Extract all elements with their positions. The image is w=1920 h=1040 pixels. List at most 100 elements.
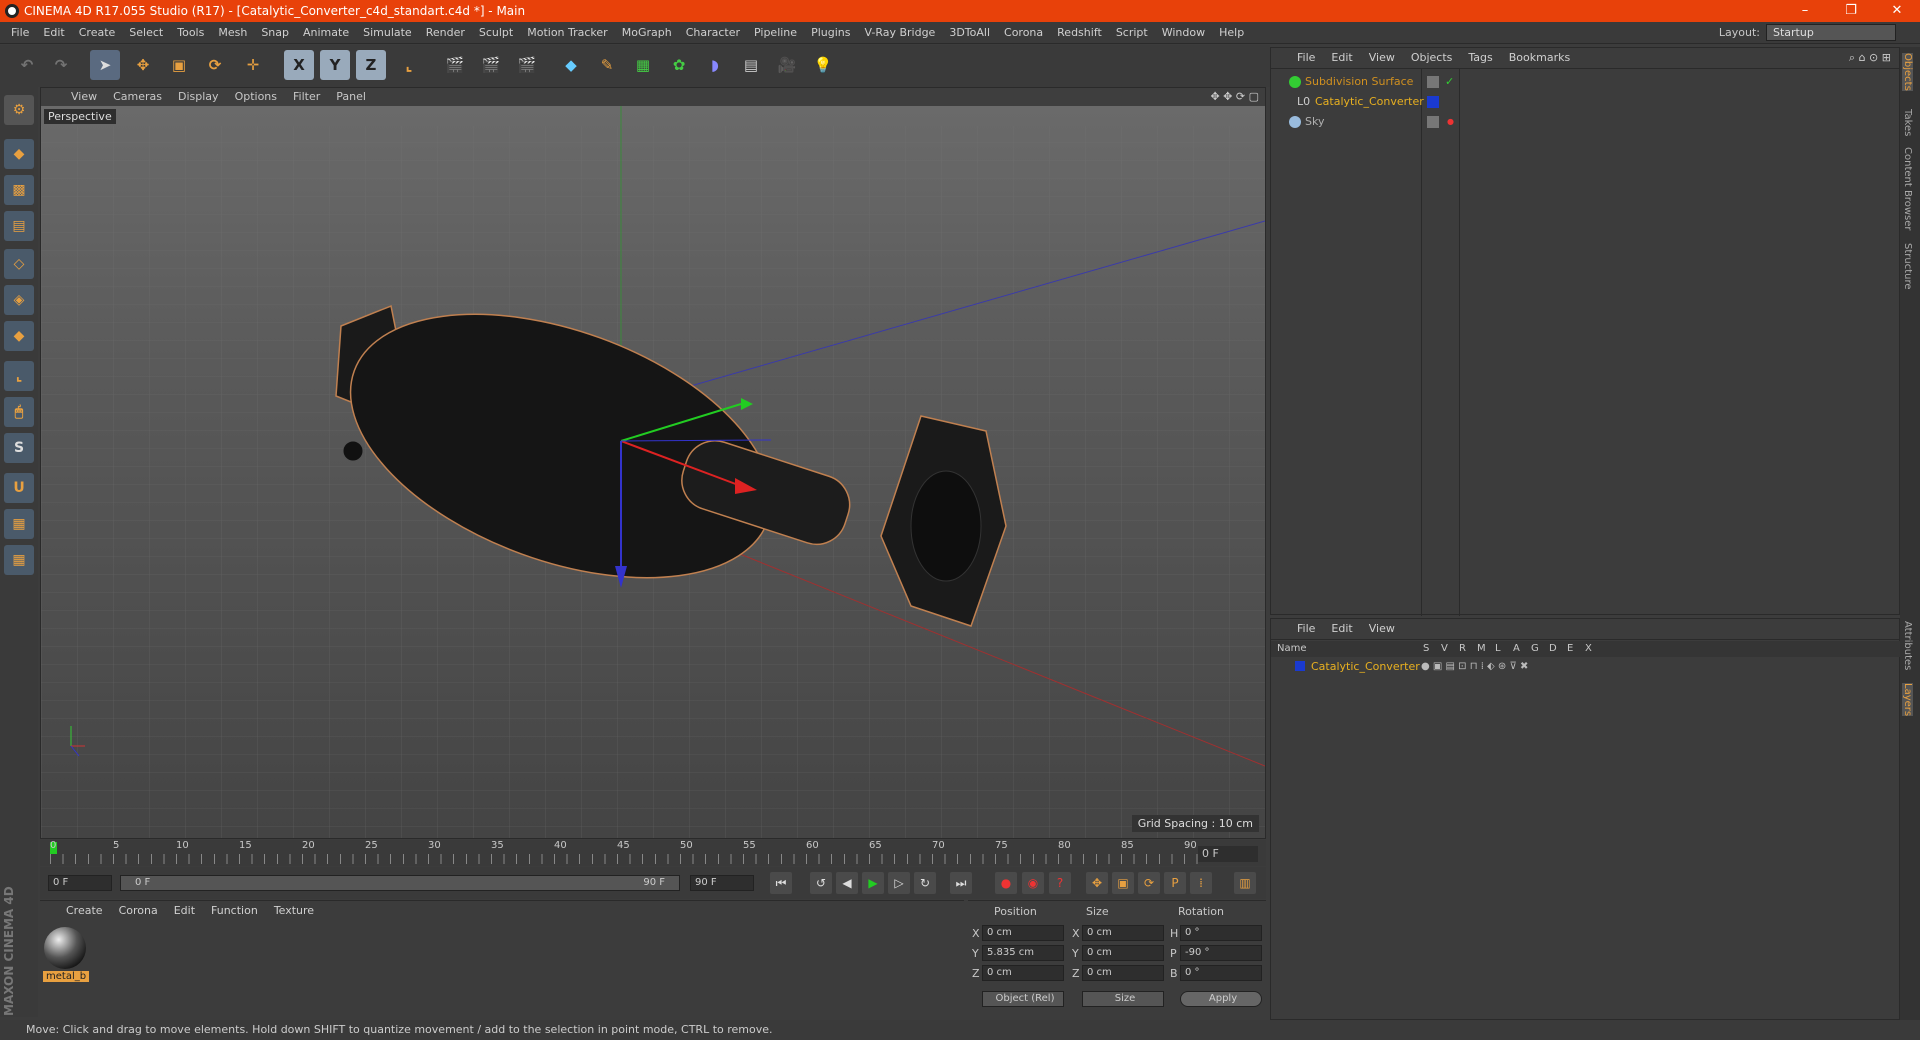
live-select-icon[interactable]: ✛ bbox=[238, 50, 268, 80]
mat-menu-edit[interactable]: Edit bbox=[166, 901, 203, 921]
snap-icon[interactable]: S bbox=[4, 433, 34, 463]
menu-corona[interactable]: Corona bbox=[997, 22, 1050, 44]
play-icon[interactable]: ▶ bbox=[862, 872, 884, 894]
scale-tool-icon[interactable]: ▣ bbox=[164, 50, 194, 80]
menu-mesh[interactable]: Mesh bbox=[211, 22, 254, 44]
enabled-check-icon[interactable]: ✓ bbox=[1445, 72, 1454, 92]
menu-motion-tracker[interactable]: Motion Tracker bbox=[520, 22, 614, 44]
spline-pen-icon[interactable]: ✎ bbox=[592, 50, 622, 80]
menu-vray-bridge[interactable]: V-Ray Bridge bbox=[857, 22, 942, 44]
menu-plugins[interactable]: Plugins bbox=[804, 22, 857, 44]
viewport-perspective[interactable]: View Cameras Display Options Filter Panel ✥ ✥… bbox=[40, 87, 1266, 839]
vp-menu-options[interactable]: Options bbox=[227, 88, 285, 106]
apply-button[interactable]: Apply bbox=[1180, 991, 1262, 1007]
texture-mode-icon[interactable]: ▩ bbox=[4, 175, 34, 205]
rotation-h-field[interactable]: 0 ° bbox=[1180, 925, 1262, 941]
axis-z-button[interactable]: Z bbox=[356, 50, 386, 80]
om-menu-bookmarks[interactable]: Bookmarks bbox=[1501, 48, 1578, 68]
axis-x-button[interactable]: X bbox=[284, 50, 314, 80]
size-x-field[interactable]: 0 cm bbox=[1082, 925, 1164, 941]
position-x-field[interactable]: 0 cm bbox=[982, 925, 1064, 941]
mograph-cloner-icon[interactable]: ✿ bbox=[664, 50, 694, 80]
vp-menu-panel[interactable]: Panel bbox=[328, 88, 374, 106]
mat-menu-function[interactable]: Function bbox=[203, 901, 266, 921]
menu-render[interactable]: Render bbox=[419, 22, 472, 44]
goto-end-icon[interactable]: ⏭ bbox=[950, 872, 972, 894]
layer-row[interactable]: Catalytic_Converter ● ▣ ▤ ⊡ ⊓ ⁞ ⬖ ⊛ ⊽ ✖ bbox=[1271, 659, 1901, 675]
prev-frame-icon[interactable]: ◀ bbox=[836, 872, 858, 894]
select-arrow-icon[interactable]: ➤ bbox=[90, 50, 120, 80]
menu-script[interactable]: Script bbox=[1109, 22, 1155, 44]
size-mode-dropdown[interactable]: Size bbox=[1082, 991, 1164, 1007]
visibility-icon[interactable] bbox=[1427, 116, 1439, 128]
menu-sculpt[interactable]: Sculpt bbox=[472, 22, 520, 44]
mat-menu-create[interactable]: Create bbox=[58, 901, 111, 921]
layout-select[interactable]: Startup bbox=[1766, 24, 1896, 41]
menu-tools[interactable]: Tools bbox=[170, 22, 211, 44]
om-search-home-icons[interactable]: ⌕ ⌂ ⊙ ⊞ bbox=[1849, 51, 1891, 65]
tweak-mode-icon[interactable]: 🖱 bbox=[4, 397, 34, 427]
next-frame-icon[interactable]: ▷ bbox=[888, 872, 910, 894]
position-z-field[interactable]: 0 cm bbox=[982, 965, 1064, 981]
vp-menu-filter[interactable]: Filter bbox=[285, 88, 328, 106]
render-settings-icon[interactable]: 🎬 bbox=[512, 50, 542, 80]
redo-icon[interactable]: ↷ bbox=[46, 50, 76, 80]
goto-prev-key-icon[interactable]: ↺ bbox=[810, 872, 832, 894]
mat-menu-texture[interactable]: Texture bbox=[266, 901, 322, 921]
material-name[interactable]: metal_b bbox=[43, 971, 90, 982]
rotation-b-field[interactable]: 0 ° bbox=[1180, 965, 1262, 981]
menu-mograph[interactable]: MoGraph bbox=[615, 22, 679, 44]
key-position-icon[interactable]: ✥ bbox=[1086, 872, 1108, 894]
tab-layers[interactable]: Layers bbox=[1902, 683, 1913, 717]
key-scale-icon[interactable]: ▣ bbox=[1112, 872, 1134, 894]
deformer-icon[interactable]: ◗ bbox=[700, 50, 730, 80]
goto-start-icon[interactable]: ⏮ bbox=[770, 872, 792, 894]
tab-structure[interactable]: Structure bbox=[1902, 243, 1913, 290]
cube-primitive-icon[interactable]: ◆ bbox=[556, 50, 586, 80]
coord-mode-dropdown[interactable]: Object (Rel) bbox=[982, 991, 1064, 1007]
size-y-field[interactable]: 0 cm bbox=[1082, 945, 1164, 961]
menu-character[interactable]: Character bbox=[679, 22, 747, 44]
mat-menu-corona[interactable]: Corona bbox=[111, 901, 166, 921]
lm-menu-view[interactable]: View bbox=[1361, 619, 1403, 639]
restore-button[interactable]: ❐ bbox=[1828, 0, 1874, 22]
preview-range-slider[interactable]: 0 F 90 F bbox=[120, 875, 680, 891]
layer-toggle-icons[interactable]: ● ▣ ▤ ⊡ ⊓ ⁞ ⬖ ⊛ ⊽ ✖ bbox=[1421, 659, 1528, 675]
make-editable-icon[interactable]: ⚙ bbox=[4, 95, 34, 125]
tab-content-browser[interactable]: Content Browser bbox=[1902, 147, 1913, 230]
edges-mode-icon[interactable]: ◈ bbox=[4, 285, 34, 315]
floor-scene-icon[interactable]: ▤ bbox=[736, 50, 766, 80]
menu-snap[interactable]: Snap bbox=[254, 22, 296, 44]
key-pla-icon[interactable]: ⁞ bbox=[1190, 872, 1212, 894]
undo-icon[interactable]: ↶ bbox=[12, 50, 42, 80]
polygons-mode-icon[interactable]: ◆ bbox=[4, 321, 34, 351]
tab-attributes[interactable]: Attributes bbox=[1902, 621, 1913, 670]
disabled-dot-icon[interactable]: ● bbox=[1447, 112, 1454, 132]
axis-mode-icon[interactable]: ⌞ bbox=[4, 361, 34, 391]
vp-menu-cameras[interactable]: Cameras bbox=[105, 88, 170, 106]
close-button[interactable]: ✕ bbox=[1874, 0, 1920, 22]
rotate-tool-icon[interactable]: ⟳ bbox=[200, 50, 230, 80]
position-y-field[interactable]: 5.835 cm bbox=[982, 945, 1064, 961]
visibility-icon[interactable] bbox=[1427, 76, 1439, 88]
tab-takes[interactable]: Takes bbox=[1902, 109, 1913, 136]
menu-redshift[interactable]: Redshift bbox=[1050, 22, 1109, 44]
layer-color-swatch[interactable] bbox=[1295, 661, 1305, 671]
vp-menu-view[interactable]: View bbox=[63, 88, 105, 106]
lm-menu-file[interactable]: File bbox=[1289, 619, 1323, 639]
vp-menu-display[interactable]: Display bbox=[170, 88, 227, 106]
object-row-sky[interactable]: Sky ● bbox=[1271, 112, 1901, 132]
menu-animate[interactable]: Animate bbox=[296, 22, 356, 44]
current-frame-field[interactable]: 0 F bbox=[1198, 846, 1258, 862]
light-icon[interactable]: 💡 bbox=[808, 50, 838, 80]
render-picture-viewer-icon[interactable]: 🎬 bbox=[476, 50, 506, 80]
workplane-mode-icon[interactable]: ▤ bbox=[4, 211, 34, 241]
menu-select[interactable]: Select bbox=[122, 22, 170, 44]
menu-help[interactable]: Help bbox=[1212, 22, 1251, 44]
subdivision-surface-icon[interactable]: ▦ bbox=[628, 50, 658, 80]
start-frame-field[interactable]: 0 F bbox=[48, 875, 112, 891]
key-rotation-icon[interactable]: ⟳ bbox=[1138, 872, 1160, 894]
tab-objects[interactable]: Objects bbox=[1902, 53, 1913, 91]
menu-window[interactable]: Window bbox=[1155, 22, 1212, 44]
timeline[interactable]: 0 5 10 15 20 25 30 35 40 45 50 55 60 65 70 75 80 85 90 0 F bbox=[40, 840, 1266, 866]
